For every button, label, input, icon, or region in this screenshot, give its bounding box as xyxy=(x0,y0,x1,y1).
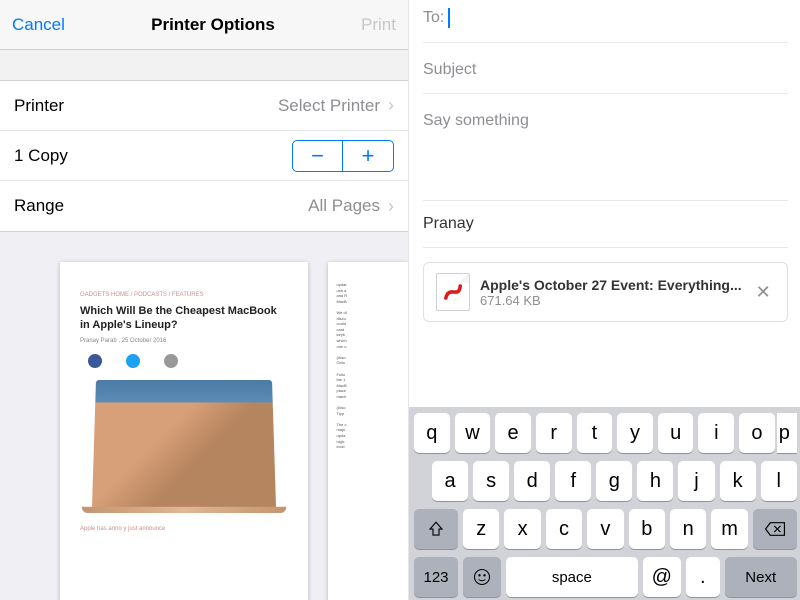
keyboard-row-3: z x c v b n m xyxy=(412,509,799,549)
key-q[interactable]: q xyxy=(414,413,450,453)
keyboard-row-4: 123 space @ . Next xyxy=(412,557,799,597)
key-l[interactable]: l xyxy=(761,461,797,501)
page-preview-area: GADGETS HOME / PODCASTS / FEATURES Which… xyxy=(0,232,408,600)
article-byline: Pranay Parab , 25 October 2016 xyxy=(80,338,288,344)
key-b[interactable]: b xyxy=(629,509,665,549)
printer-options-pane: Cancel Printer Options Print Printer Sel… xyxy=(0,0,408,600)
key-y[interactable]: y xyxy=(617,413,653,453)
key-m[interactable]: m xyxy=(711,509,747,549)
subject-field[interactable]: Subject xyxy=(423,43,788,94)
social-icons xyxy=(80,354,288,368)
key-r[interactable]: r xyxy=(536,413,572,453)
range-value: All Pages › xyxy=(308,196,394,217)
key-w[interactable]: w xyxy=(455,413,491,453)
cancel-button[interactable]: Cancel xyxy=(12,15,65,35)
emoji-key[interactable] xyxy=(463,557,501,597)
dot-key[interactable]: . xyxy=(686,557,720,597)
key-f[interactable]: f xyxy=(555,461,591,501)
key-a[interactable]: a xyxy=(432,461,468,501)
article-footer-text: Apple has anno y just announce xyxy=(80,526,288,532)
page-2-thumbnail[interactable]: updat ush a and R MacB We di discu could… xyxy=(328,262,408,600)
backspace-key[interactable] xyxy=(753,509,797,549)
article-title: Which Will Be the Cheapest MacBook in Ap… xyxy=(80,304,288,333)
key-g[interactable]: g xyxy=(596,461,632,501)
article-categories: GADGETS HOME / PODCASTS / FEATURES xyxy=(80,292,288,298)
page-2-text: updat ush a and R MacB We di discu could… xyxy=(336,282,400,450)
key-s[interactable]: s xyxy=(473,461,509,501)
printer-value: Select Printer › xyxy=(278,95,394,116)
copies-row: 1 Copy − + xyxy=(0,131,408,181)
space-key[interactable]: space xyxy=(506,557,638,597)
range-row[interactable]: Range All Pages › xyxy=(0,181,408,231)
increment-button[interactable]: + xyxy=(343,141,393,171)
facebook-icon xyxy=(88,354,102,368)
attachment-title: Apple's October 27 Event: Everything... xyxy=(480,277,742,293)
chevron-right-icon: › xyxy=(388,196,394,217)
keyboard-row-2: a s d f g h j k l xyxy=(412,461,799,501)
key-o[interactable]: o xyxy=(739,413,775,453)
next-key[interactable]: Next xyxy=(725,557,797,597)
text-cursor xyxy=(448,8,450,28)
signature-field[interactable]: Pranay xyxy=(423,200,788,248)
nav-title: Printer Options xyxy=(151,15,275,35)
compose-fields: To: Subject Say something Pranay Apple's… xyxy=(409,0,800,322)
to-label: To: xyxy=(423,9,444,27)
print-button[interactable]: Print xyxy=(361,15,396,35)
remove-attachment-button[interactable]: ✕ xyxy=(752,278,775,307)
key-p[interactable]: p xyxy=(777,413,797,453)
at-key[interactable]: @ xyxy=(643,557,681,597)
printer-label: Printer xyxy=(14,96,64,116)
key-u[interactable]: u xyxy=(658,413,694,453)
key-c[interactable]: c xyxy=(546,509,582,549)
to-field[interactable]: To: xyxy=(423,0,788,43)
article-image xyxy=(92,380,276,509)
numbers-key[interactable]: 123 xyxy=(414,557,458,597)
attachment-card[interactable]: Apple's October 27 Event: Everything... … xyxy=(423,262,788,322)
shift-key[interactable] xyxy=(414,509,458,549)
subject-label: Subject xyxy=(423,61,476,79)
keyboard-row-1: q w e r t y u i o p xyxy=(412,413,799,453)
email-icon xyxy=(164,354,178,368)
attachment-info: Apple's October 27 Event: Everything... … xyxy=(480,277,742,308)
key-z[interactable]: z xyxy=(463,509,499,549)
print-settings: Printer Select Printer › 1 Copy − + Rang… xyxy=(0,80,408,232)
key-h[interactable]: h xyxy=(637,461,673,501)
twitter-icon xyxy=(126,354,140,368)
copies-stepper: − + xyxy=(292,140,394,172)
email-compose-pane: To: Subject Say something Pranay Apple's… xyxy=(408,0,800,600)
keyboard: q w e r t y u i o p a s d f g h j k l z xyxy=(409,407,800,600)
range-label: Range xyxy=(14,196,64,216)
key-d[interactable]: d xyxy=(514,461,550,501)
body-placeholder: Say something xyxy=(423,112,529,130)
key-i[interactable]: i xyxy=(698,413,734,453)
pdf-icon xyxy=(436,273,470,311)
key-t[interactable]: t xyxy=(577,413,613,453)
key-j[interactable]: j xyxy=(678,461,714,501)
attachment-size: 671.64 KB xyxy=(480,293,742,308)
chevron-right-icon: › xyxy=(388,95,394,116)
copies-label: 1 Copy xyxy=(14,146,68,166)
key-e[interactable]: e xyxy=(495,413,531,453)
page-1-thumbnail[interactable]: GADGETS HOME / PODCASTS / FEATURES Which… xyxy=(60,262,308,600)
printer-row[interactable]: Printer Select Printer › xyxy=(0,81,408,131)
key-k[interactable]: k xyxy=(720,461,756,501)
signature-text: Pranay xyxy=(423,215,474,232)
body-field[interactable]: Say something xyxy=(423,94,788,200)
decrement-button[interactable]: − xyxy=(293,141,343,171)
key-v[interactable]: v xyxy=(587,509,623,549)
key-n[interactable]: n xyxy=(670,509,706,549)
key-x[interactable]: x xyxy=(504,509,540,549)
nav-header: Cancel Printer Options Print xyxy=(0,0,408,50)
